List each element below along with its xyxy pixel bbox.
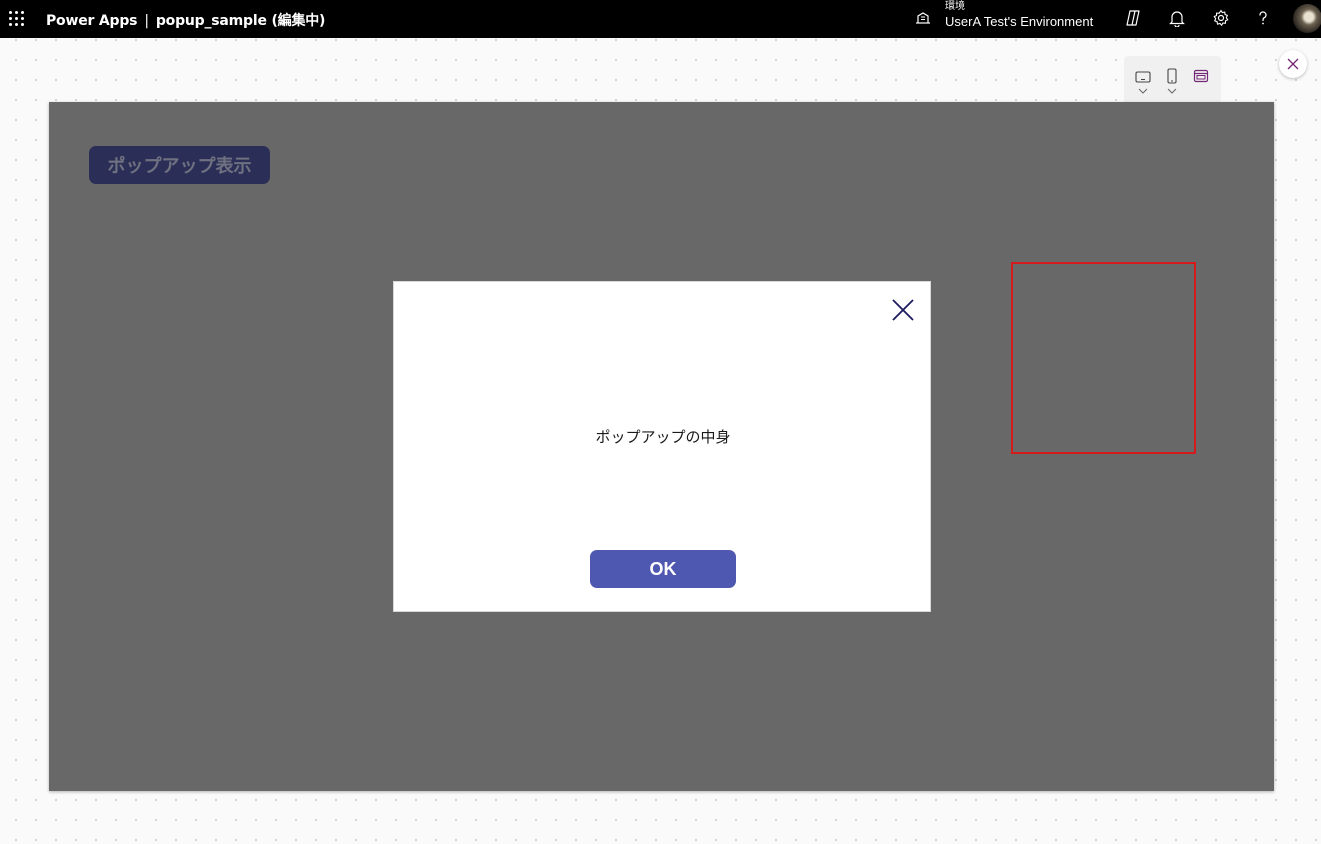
app-name[interactable]: Power Apps — [46, 13, 138, 29]
user-avatar[interactable] — [1293, 4, 1321, 33]
app-title: Power Apps | popup_sample (編集中) — [46, 10, 325, 30]
tablet-view-button[interactable] — [1133, 66, 1153, 96]
phone-icon — [1167, 68, 1177, 84]
popup-dialog: ポップアップの中身 OK — [393, 281, 931, 612]
help-icon[interactable] — [1253, 8, 1273, 28]
environment-name: UserA Test's Environment — [945, 14, 1094, 29]
close-preview-button[interactable] — [1279, 50, 1307, 78]
copilot-icon[interactable] — [1123, 8, 1143, 28]
notifications-icon[interactable] — [1167, 8, 1187, 28]
web-icon — [1193, 69, 1209, 83]
title-separator: | — [144, 13, 149, 29]
environment-picker[interactable]: 環境 UserA Test's Environment — [945, 1, 1093, 30]
popup-content-text: ポップアップの中身 — [595, 428, 731, 446]
app-launcher-icon[interactable] — [9, 11, 24, 26]
app-canvas: ポップアップ表示 ポップアップの中身 OK — [49, 102, 1274, 791]
show-popup-button[interactable]: ポップアップ表示 — [89, 146, 270, 184]
document-title: popup_sample (編集中) — [155, 13, 326, 29]
ok-button[interactable]: OK — [590, 550, 736, 588]
tablet-icon — [1135, 71, 1151, 83]
environment-label: 環境 — [945, 1, 965, 12]
phone-view-button[interactable] — [1162, 66, 1182, 96]
web-view-button[interactable] — [1191, 66, 1211, 96]
settings-gear-icon[interactable] — [1211, 8, 1231, 28]
chevron-down-icon — [1167, 88, 1177, 94]
chevron-down-icon — [1138, 88, 1148, 94]
highlight-rectangle — [1011, 262, 1196, 454]
view-toolbar — [1124, 56, 1221, 102]
top-bar: Power Apps | popup_sample (編集中) 環境 UserA T… — [0, 0, 1321, 38]
popup-close-icon[interactable] — [890, 297, 916, 323]
close-icon — [1287, 58, 1299, 70]
environment-icon — [916, 12, 930, 24]
